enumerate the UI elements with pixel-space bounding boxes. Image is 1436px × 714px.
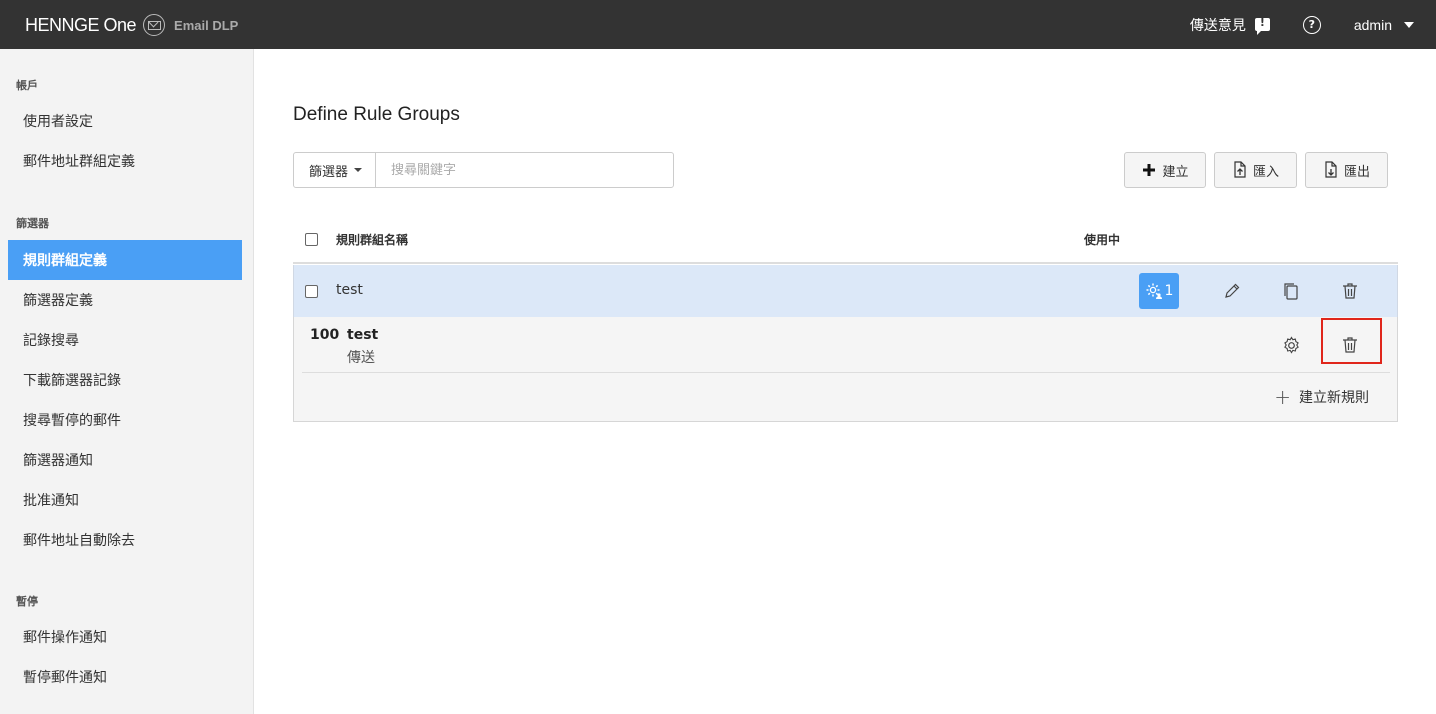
caret-down-icon <box>354 168 363 172</box>
mail-icon <box>143 14 166 36</box>
product-name: Email DLP <box>174 17 239 33</box>
feedback-button[interactable]: 傳送意見 <box>1190 15 1270 35</box>
sidebar-item-approval-notifications[interactable]: 批准通知 <box>8 480 242 520</box>
sidebar-item-auto-remove-addresses[interactable]: 郵件地址自動除去 <box>8 520 242 560</box>
edit-icon[interactable] <box>1220 279 1244 303</box>
top-bar: HENNGE One Email DLP 傳送意見 ? admin <box>0 0 1436 49</box>
sidebar-item-search-held-mail[interactable]: 搜尋暫停的郵件 <box>8 400 242 440</box>
feedback-icon <box>1254 16 1270 35</box>
column-header-in-use: 使用中 <box>1084 233 1121 247</box>
sidebar-item-download-logs[interactable]: 下載篩選器記錄 <box>8 360 242 400</box>
caret-down-icon <box>1404 21 1414 28</box>
highlight-box <box>1321 318 1382 364</box>
rule-name[interactable]: test <box>347 327 378 343</box>
search-input[interactable] <box>376 153 673 187</box>
search-bar: 篩選器 <box>293 152 674 188</box>
sidebar-heading-account: 帳戶 <box>16 79 38 92</box>
page-title: Define Rule Groups <box>293 104 460 125</box>
import-button[interactable]: 匯入 <box>1214 152 1297 188</box>
column-header-group-name: 規則群組名稱 <box>336 233 409 247</box>
sidebar-item-filter-notifications[interactable]: 篩選器通知 <box>8 440 242 480</box>
sidebar-item-rule-groups[interactable]: 規則群組定義 <box>8 240 242 280</box>
add-rule-label: 建立新規則 <box>1299 390 1369 406</box>
sidebar-item-mail-operation-notifications[interactable]: 郵件操作通知 <box>8 617 242 657</box>
filter-dropdown[interactable]: 篩選器 <box>294 153 376 187</box>
in-use-count: 1 <box>1164 283 1174 299</box>
rule-priority: 100 <box>310 327 340 343</box>
sidebar-item-log-search[interactable]: 記錄搜尋 <box>8 320 242 360</box>
add-rule-button[interactable]: + 建立新規則 <box>1274 387 1369 407</box>
table-row[interactable]: test 1 <box>293 265 1398 317</box>
help-icon[interactable]: ? <box>1302 15 1321 34</box>
sidebar-item-filter-definitions[interactable]: 篩選器定義 <box>8 280 242 320</box>
export-button[interactable]: 匯出 <box>1305 152 1388 188</box>
copy-icon[interactable] <box>1279 279 1303 303</box>
plus-icon <box>1143 164 1156 176</box>
create-button[interactable]: 建立 <box>1124 152 1206 188</box>
sidebar-heading-filter: 篩選器 <box>16 217 49 230</box>
gear-user-icon <box>1146 283 1162 299</box>
plus-icon: + <box>1274 385 1291 409</box>
select-all-checkbox[interactable] <box>305 233 318 246</box>
filter-dropdown-label: 篩選器 <box>309 164 349 180</box>
sidebar-item-user-settings[interactable]: 使用者設定 <box>8 101 242 141</box>
sidebar: 帳戶 使用者設定 郵件地址群組定義 篩選器 規則群組定義 篩選器定義 記錄搜尋 … <box>0 49 254 714</box>
sidebar-item-held-mail-notifications[interactable]: 暫停郵件通知 <box>8 657 242 697</box>
import-button-label: 匯入 <box>1252 164 1279 180</box>
sidebar-item-address-groups[interactable]: 郵件地址群組定義 <box>8 141 242 181</box>
group-name: test <box>336 282 363 298</box>
export-button-label: 匯出 <box>1343 164 1370 180</box>
rule-settings-gear-icon[interactable] <box>1279 333 1303 357</box>
feedback-label: 傳送意見 <box>1189 17 1246 34</box>
file-export-icon <box>1325 161 1337 178</box>
in-use-badge[interactable]: 1 <box>1139 273 1179 309</box>
user-menu[interactable]: admin <box>1354 17 1414 33</box>
row-checkbox[interactable] <box>305 285 318 298</box>
sidebar-heading-hold: 暫停 <box>16 595 38 608</box>
table-header: 規則群組名稱 使用中 <box>293 222 1398 264</box>
rule-action: 傳送 <box>347 350 375 366</box>
create-button-label: 建立 <box>1162 164 1189 180</box>
file-import-icon <box>1234 161 1246 178</box>
brand[interactable]: HENNGE One Email DLP <box>25 14 238 36</box>
user-name: admin <box>1353 16 1392 33</box>
rules-panel: 100 test 傳送 + 建立新規則 <box>293 317 1398 422</box>
brand-logo: HENNGE One <box>25 14 137 35</box>
divider <box>302 372 1390 373</box>
trash-icon[interactable] <box>1338 279 1362 303</box>
